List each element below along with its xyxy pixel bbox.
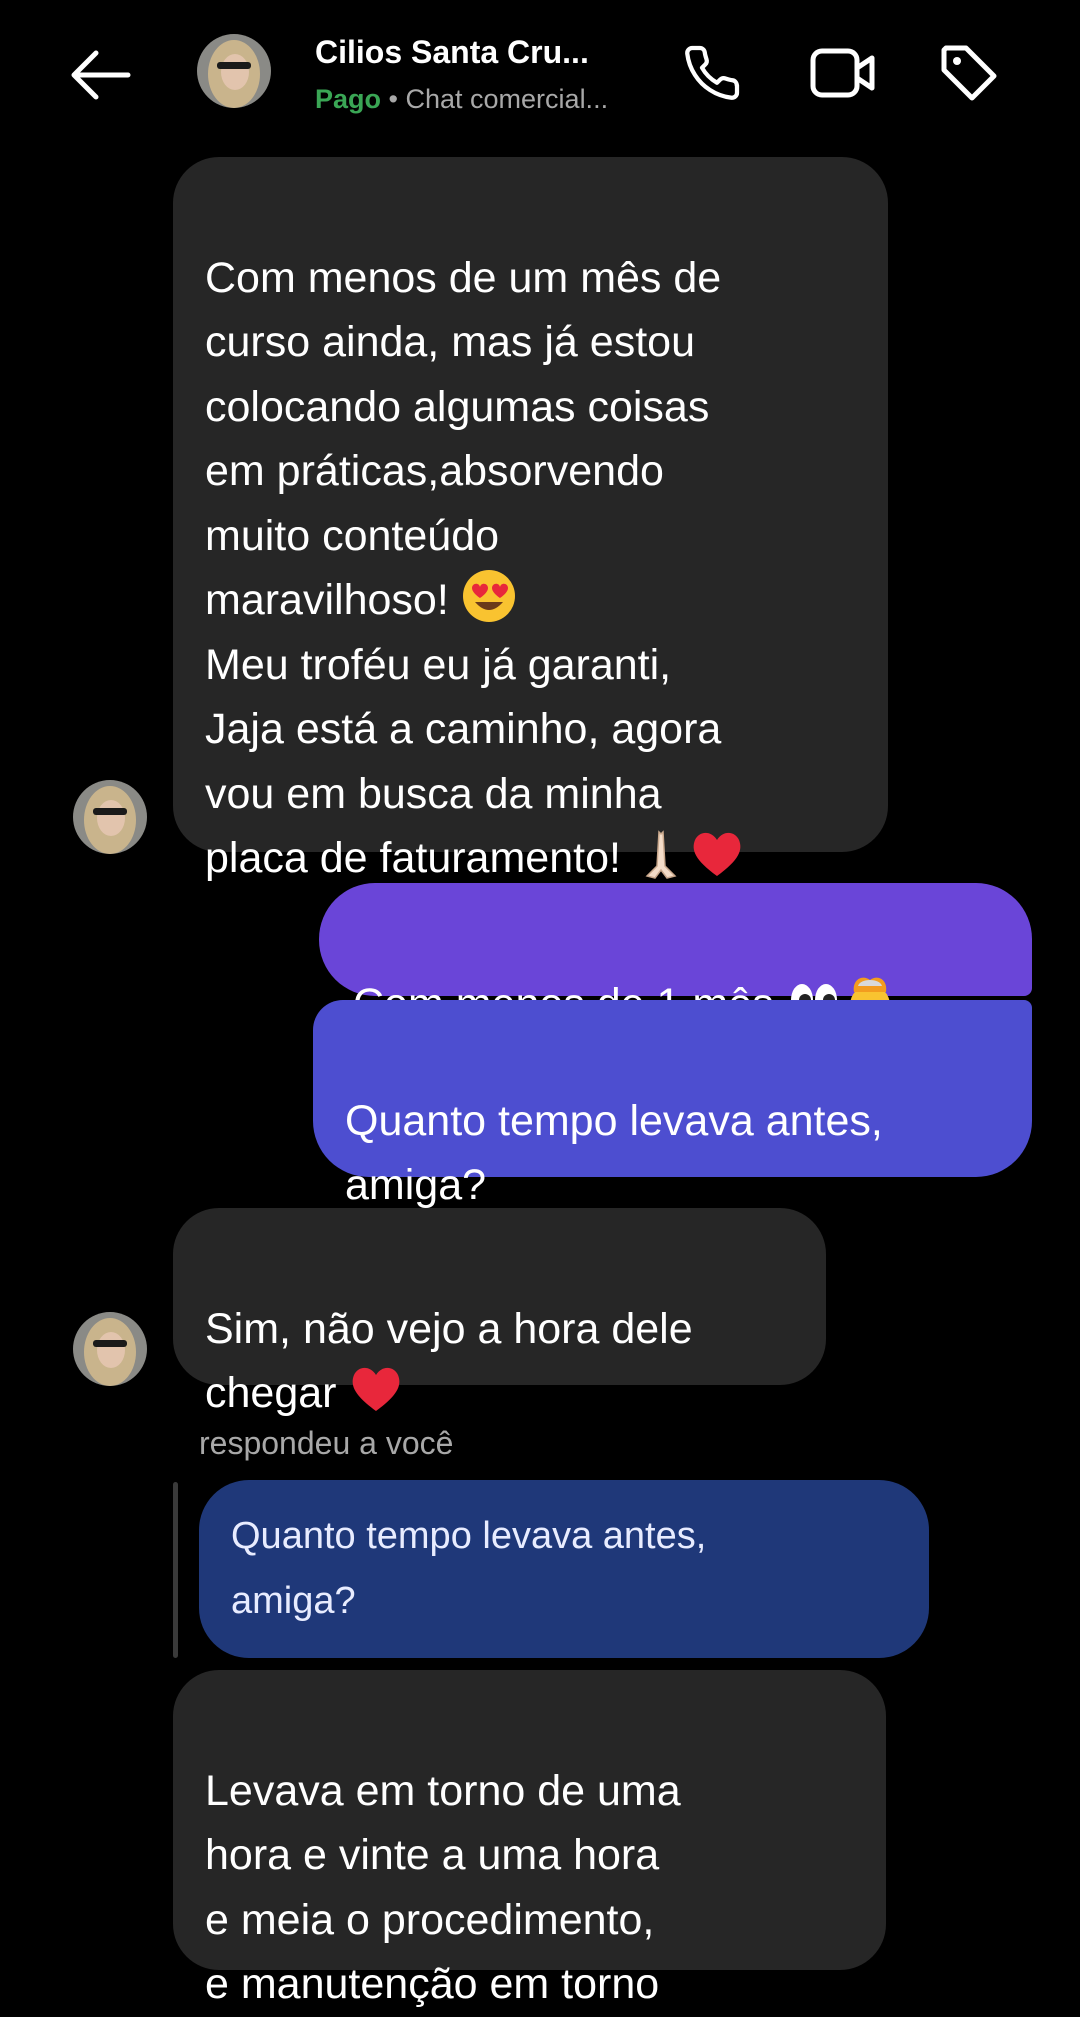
label-button[interactable] [934,38,1004,108]
tag-icon [941,45,997,101]
chat-header: Cilios Santa Cru... Pago • Chat comercia… [0,0,1080,150]
back-button[interactable] [66,48,132,102]
separator-dot: • [388,84,398,114]
red-heart-icon [693,832,741,876]
video-call-button[interactable] [808,38,878,108]
message-text: Sim, não vejo a hora dele chegar [205,1304,693,1418]
folded-hands-icon [645,830,677,879]
call-button[interactable] [677,38,747,108]
contact-subtitle: Pago • Chat comercial... [315,84,608,115]
outgoing-message[interactable]: Quanto tempo levava antes, amiga? [313,1000,1032,1209]
reply-label: respondeu a você [199,1425,454,1461]
contact-name[interactable]: Cilios Santa Cru... [315,34,589,71]
contact-avatar-small[interactable] [73,1312,147,1386]
video-camera-icon [810,48,875,98]
incoming-message[interactable]: Com menos de um mês de curso ainda, mas … [173,157,888,882]
incoming-message[interactable]: Levava em torno de uma hora e vinte a um… [173,1670,886,2008]
outgoing-message[interactable]: Com menos de 1 mês [319,883,1032,1028]
message-text: Levava em torno de uma hora e vinte a um… [205,1766,681,2009]
reply-indicator-bar [173,1482,178,1658]
arrow-left-icon [71,50,131,100]
smiling-face-with-heart-eyes-icon [462,570,515,622]
message-text: Quanto tempo levava antes, amiga? [345,1096,883,1210]
quoted-message[interactable]: Quanto tempo levava antes, amiga? [199,1480,929,1658]
paid-label: Pago [315,84,382,114]
incoming-message[interactable]: Sim, não vejo a hora dele chegar [173,1208,826,1417]
contact-avatar[interactable] [197,34,271,108]
chat-type-label: Chat comercial... [405,84,609,114]
red-heart-icon [353,1367,400,1411]
contact-avatar-small[interactable] [73,780,147,854]
phone-icon [685,45,740,100]
